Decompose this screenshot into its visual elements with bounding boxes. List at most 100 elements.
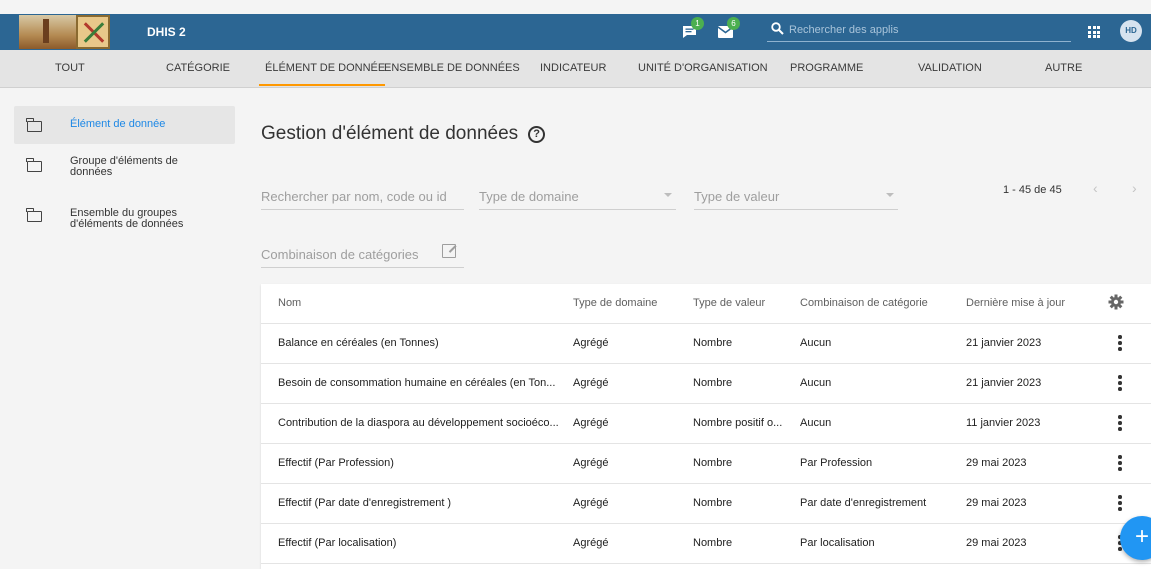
cell-domain-type: Agrégé — [573, 337, 609, 349]
folder-icon — [26, 118, 42, 132]
logo-mosque-image — [19, 15, 76, 49]
column-header-category-combo[interactable]: Combinaison de catégorie — [800, 297, 960, 309]
interpretations-icon[interactable]: 6 — [717, 17, 740, 41]
sidebar-item-label: Ensemble du groupes d'éléments de donnée… — [70, 207, 184, 230]
interpretations-badge: 6 — [727, 17, 740, 30]
table-row[interactable]: Effectif (Par Profession) Agrégé Nombre … — [261, 444, 1151, 484]
cell-name: Balance en céréales (en Tonnes) — [278, 337, 439, 349]
cell-name: Contribution de la diaspora au développe… — [278, 417, 559, 429]
page-title-text: Gestion d'élément de données — [261, 123, 519, 144]
table-row[interactable]: Balance en céréales (en Tonnes) Agrégé N… — [261, 324, 1151, 364]
tab-all[interactable]: TOUT — [55, 62, 85, 74]
user-avatar[interactable]: HD — [1120, 20, 1142, 42]
table-row[interactable]: Besoin de consommation humaine en céréal… — [261, 364, 1151, 404]
cell-value-type: Nombre — [693, 457, 733, 469]
cell-category-combo: Aucun — [800, 377, 832, 389]
cell-domain-type: Agrégé — [573, 537, 609, 549]
tab-other[interactable]: AUTRE — [1045, 62, 1082, 74]
cell-category-combo: Aucun — [800, 417, 832, 429]
row-menu-icon[interactable] — [1115, 375, 1125, 391]
cell-value-type: Nombre positif o... — [693, 417, 783, 429]
logo-emblem-image — [76, 15, 110, 49]
cell-category-combo: Par localisation — [800, 537, 875, 549]
cell-domain-type: Agrégé — [573, 377, 609, 389]
folder-icon — [26, 208, 42, 222]
category-combo-placeholder: Combinaison de catégories — [261, 247, 419, 262]
table-row[interactable]: Effectif (Par localisation) Agrégé Nombr… — [261, 524, 1151, 564]
cell-last-updated: 29 mai 2023 — [966, 497, 1027, 509]
tab-data-element[interactable]: ÉLÉMENT DE DONNÉE — [265, 62, 385, 74]
cell-name: Effectif (Par date d'enregistrement ) — [278, 497, 452, 509]
cell-last-updated: 11 janvier 2023 — [966, 417, 1041, 429]
next-page-button[interactable]: › — [1132, 180, 1137, 196]
cell-name: Effectif (Par Profession) — [278, 457, 394, 469]
gear-icon[interactable] — [1107, 293, 1125, 311]
messages-badge: 1 — [691, 17, 704, 30]
pagination-info: 1 - 45 de 45 — [1003, 184, 1062, 196]
messages-icon[interactable]: 1 — [681, 17, 704, 41]
dhis2-logo[interactable] — [19, 15, 110, 49]
tab-indicator[interactable]: INDICATEUR — [540, 62, 606, 74]
apps-grid-icon[interactable] — [1088, 26, 1100, 38]
tab-program[interactable]: PROGRAMME — [790, 62, 863, 74]
tab-validation[interactable]: VALIDATION — [918, 62, 982, 74]
section-tabs: TOUT CATÉGORIE ÉLÉMENT DE DONNÉE ENSEMBL… — [0, 50, 1151, 88]
sidebar-item-data-element-group-set[interactable]: Ensemble du groupes d'éléments de donnée… — [14, 196, 235, 234]
value-type-select[interactable]: Type de valeur — [694, 188, 898, 210]
sidebar-item-label: Groupe d'éléments de données — [70, 155, 178, 178]
cell-value-type: Nombre — [693, 497, 733, 509]
cell-category-combo: Aucun — [800, 337, 832, 349]
app-title: DHIS 2 — [147, 25, 186, 39]
cell-last-updated: 21 janvier 2023 — [966, 337, 1042, 349]
active-tab-indicator — [259, 84, 385, 86]
search-input[interactable] — [261, 189, 464, 204]
chevron-down-icon — [886, 193, 894, 197]
chevron-down-icon — [664, 193, 672, 197]
table-row[interactable]: Contribution de la diaspora au développe… — [261, 404, 1151, 444]
row-menu-icon[interactable] — [1115, 335, 1125, 351]
top-header-bar: DHIS 2 1 6 HD — [0, 14, 1151, 50]
sidebar-item-data-element[interactable]: Élément de donnée — [14, 106, 235, 144]
cell-category-combo: Par date d'enregistrement — [800, 497, 927, 509]
row-menu-icon[interactable] — [1115, 495, 1125, 511]
column-header-name[interactable]: Nom — [278, 297, 561, 309]
cell-last-updated: 21 janvier 2023 — [966, 377, 1042, 389]
app-search-input[interactable] — [789, 22, 1059, 38]
column-header-domain-type[interactable]: Type de domaine — [573, 297, 673, 309]
search-field[interactable] — [261, 188, 464, 210]
row-menu-icon[interactable] — [1115, 415, 1125, 431]
cell-domain-type: Agrégé — [573, 417, 609, 429]
column-header-value-type[interactable]: Type de valeur — [693, 297, 789, 309]
page-title: Gestion d'élément de données ? — [261, 123, 546, 145]
cell-last-updated: 29 mai 2023 — [966, 537, 1027, 549]
open-external-icon[interactable] — [442, 244, 456, 258]
sidebar-item-data-element-group[interactable]: Groupe d'éléments de données — [14, 146, 235, 184]
domain-type-placeholder: Type de domaine — [479, 189, 579, 204]
table-header-row: Nom Type de domaine Type de valeur Combi… — [261, 284, 1151, 324]
help-icon[interactable]: ? — [528, 125, 546, 143]
cell-value-type: Nombre — [693, 537, 733, 549]
app-search[interactable] — [767, 20, 1071, 42]
cell-name: Effectif (Par localisation) — [278, 537, 397, 549]
cell-category-combo: Par Profession — [800, 457, 873, 469]
cell-value-type: Nombre — [693, 377, 733, 389]
domain-type-select[interactable]: Type de domaine — [479, 188, 676, 210]
table-row[interactable]: Effectif (Par date d'enregistrement ) Ag… — [261, 484, 1151, 524]
sidebar: Élément de donnée Groupe d'éléments de d… — [0, 88, 246, 569]
data-element-table: Nom Type de domaine Type de valeur Combi… — [261, 284, 1151, 569]
column-header-last-updated[interactable]: Dernière mise à jour — [966, 297, 1086, 309]
cell-last-updated: 29 mai 2023 — [966, 457, 1027, 469]
tab-data-set[interactable]: ENSEMBLE DE DONNÉES — [384, 62, 520, 74]
prev-page-button[interactable]: ‹ — [1093, 180, 1098, 196]
search-icon — [771, 22, 784, 40]
value-type-placeholder: Type de valeur — [694, 189, 780, 204]
tab-category[interactable]: CATÉGORIE — [166, 62, 230, 74]
category-combo-field[interactable]: Combinaison de catégories — [261, 244, 464, 268]
cell-name: Besoin de consommation humaine en céréal… — [278, 377, 556, 389]
cell-domain-type: Agrégé — [573, 457, 609, 469]
row-menu-icon[interactable] — [1115, 455, 1125, 471]
folder-icon — [26, 158, 42, 172]
sidebar-item-label: Élément de donnée — [70, 118, 166, 130]
cell-value-type: Nombre — [693, 337, 733, 349]
tab-org-unit[interactable]: UNITÉ D'ORGANISATION — [638, 62, 768, 74]
